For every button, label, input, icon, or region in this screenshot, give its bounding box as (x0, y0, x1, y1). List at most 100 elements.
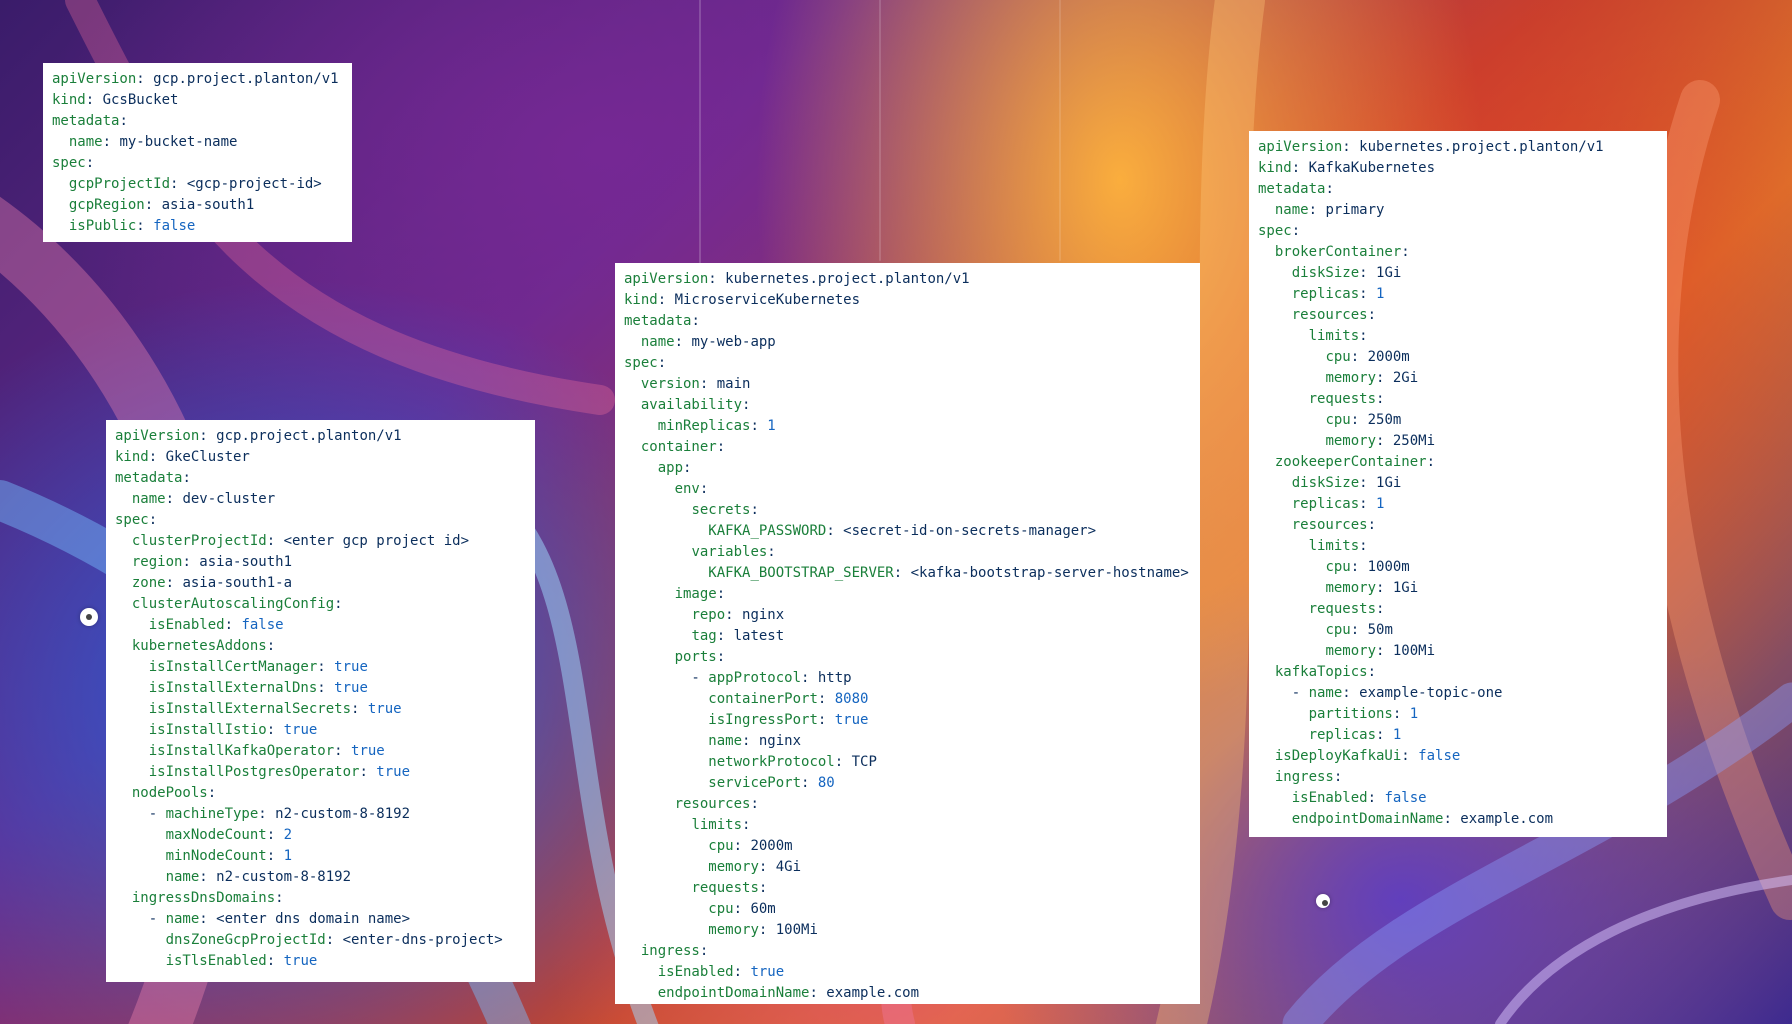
code-card-gke-cluster: apiVersion: gcp.project.planton/v1 kind: … (106, 420, 535, 982)
yaml-indent (115, 785, 132, 801)
yaml-line: isInstallCertManager: true (115, 657, 526, 678)
yaml-indent (1258, 811, 1292, 827)
yaml-line: kind: GkeCluster (115, 447, 526, 468)
yaml-line: clusterProjectId: <enter gcp project id> (115, 531, 526, 552)
yaml-line: memory: 100Mi (624, 920, 1191, 941)
yaml-line: resources: (1258, 305, 1658, 326)
yaml-colon: : (1376, 433, 1393, 449)
yaml-colon: : (334, 743, 352, 759)
yaml-value: example-topic-one (1359, 685, 1503, 701)
yaml-indent (1258, 580, 1325, 596)
yaml-colon: : (148, 512, 158, 528)
yaml-colon: : (1333, 769, 1343, 785)
yaml-value: 1 (1392, 727, 1402, 743)
yaml-line: secrets: (624, 500, 1191, 521)
yaml-value: primary (1325, 202, 1385, 218)
yaml-colon: : (767, 544, 776, 560)
yaml-value: GcsBucket (102, 92, 179, 108)
yaml-line: name: n2-custom-8-8192 (115, 867, 526, 888)
yaml-key: appProtocol (708, 670, 802, 686)
yaml-line: availability: (624, 395, 1191, 416)
yaml-indent (115, 743, 149, 759)
yaml-value: 60m (750, 901, 776, 917)
yaml-key: clusterProjectId (131, 533, 267, 549)
yaml-line: requests: (1258, 599, 1658, 620)
yaml-colon: : (1367, 790, 1385, 806)
yaml-line: maxNodeCount: 2 (115, 825, 526, 846)
yaml-key: endpointDomainName (1291, 811, 1444, 827)
yaml-colon: : (1367, 517, 1377, 533)
yaml-line: variables: (624, 542, 1191, 563)
yaml-key: minNodeCount (165, 848, 267, 864)
yaml-colon: : (674, 334, 692, 350)
yaml-colon: : (136, 71, 154, 87)
yaml-colon: : (325, 932, 343, 948)
yaml-line: isDeployKafkaUi: false (1258, 746, 1658, 767)
yaml-line: isInstallExternalSecrets: true (115, 699, 526, 720)
yaml-line: isInstallExternalDns: true (115, 678, 526, 699)
yaml-value: 1 (767, 418, 776, 434)
yaml-line: ports: (624, 647, 1191, 668)
yaml-colon: : (199, 911, 217, 927)
yaml-key: requests (1308, 601, 1377, 617)
yaml-line: resources: (1258, 515, 1658, 536)
yaml-value: example.com (1460, 811, 1554, 827)
yaml-indent (115, 848, 166, 864)
yaml-key: minReplicas (657, 418, 751, 434)
yaml-line: diskSize: 1Gi (1258, 473, 1658, 494)
yaml-indent (1258, 601, 1309, 617)
yaml-line: apiVersion: gcp.project.planton/v1 (52, 69, 343, 90)
yaml-line: memory: 1Gi (1258, 578, 1658, 599)
yaml-line: ingress: (1258, 767, 1658, 788)
yaml-line: servicePort: 80 (624, 773, 1191, 794)
yaml-indent (1258, 706, 1309, 722)
yaml-key: name (68, 134, 103, 150)
yaml-key: spec (52, 155, 86, 171)
yaml-value: kubernetes.project.planton/v1 (725, 271, 970, 287)
yaml-value: true (283, 953, 318, 969)
yaml-colon: : (199, 869, 217, 885)
yaml-indent (115, 617, 149, 633)
code-card-kafka-kubernetes: apiVersion: kubernetes.project.planton/v… (1249, 131, 1667, 837)
yaml-colon: : (144, 197, 162, 213)
yaml-line: metadata: (115, 468, 526, 489)
yaml-indent (1258, 622, 1325, 638)
yaml-line: memory: 100Mi (1258, 641, 1658, 662)
yaml-colon: : (657, 292, 675, 308)
yaml-colon: : (317, 680, 335, 696)
yaml-colon: : (1443, 811, 1461, 827)
yaml-indent (115, 890, 132, 906)
yaml-line: limits: (1258, 536, 1658, 557)
yaml-key: dnsZoneGcpProjectId (165, 932, 326, 948)
yaml-indent (624, 754, 708, 770)
yaml-line: apiVersion: kubernetes.project.planton/v… (1258, 137, 1658, 158)
yaml-value: n2-custom-8-8192 (216, 869, 352, 885)
yaml-indent (624, 733, 708, 749)
yaml-key: gcpRegion (68, 197, 145, 213)
yaml-line: cpu: 50m (1258, 620, 1658, 641)
yaml-key: KAFKA_PASSWORD (708, 523, 827, 539)
yaml-indent (1258, 475, 1292, 491)
yaml-key: isEnabled (1291, 790, 1368, 806)
yaml-value: my-bucket-name (119, 134, 238, 150)
yaml-indent (1258, 496, 1292, 512)
yaml-line: - name: example-topic-one (1258, 683, 1658, 704)
yaml-colon: : (351, 701, 368, 717)
yaml-indent (115, 869, 166, 885)
yaml-key: networkProtocol (708, 754, 835, 770)
yaml-line: isPublic: false (52, 216, 343, 237)
yaml-line: KAFKA_BOOTSTRAP_SERVER: <kafka-bootstrap… (624, 563, 1191, 584)
yaml-colon: : (893, 565, 911, 581)
yaml-value: 2000m (1367, 349, 1410, 365)
yaml-indent (624, 943, 641, 959)
yaml-indent (624, 691, 708, 707)
yaml-colon: : (750, 796, 759, 812)
yaml-indent (1258, 664, 1275, 680)
yaml-colon: : (266, 638, 276, 654)
yaml-value: 1Gi (1376, 265, 1402, 281)
yaml-key: resources (674, 796, 751, 812)
yaml-line: KAFKA_PASSWORD: <secret-id-on-secrets-ma… (624, 521, 1191, 542)
yaml-key: container (640, 439, 717, 455)
yaml-value: 1Gi (1376, 475, 1402, 491)
yaml-value: http (817, 670, 852, 686)
